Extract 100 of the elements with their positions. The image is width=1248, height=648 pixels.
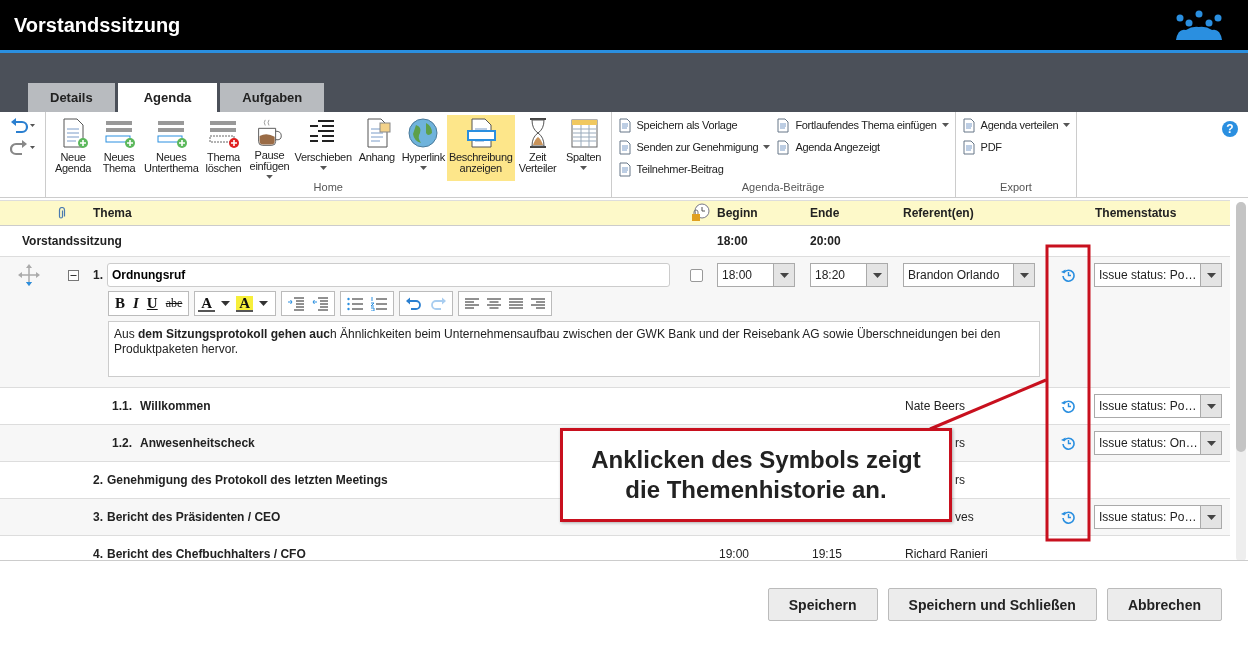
history-icon[interactable] <box>1060 510 1075 524</box>
align-justify-icon[interactable] <box>509 297 524 310</box>
history-icon[interactable] <box>1060 399 1075 413</box>
undo-icon[interactable] <box>406 296 423 311</box>
clock-lock-icon <box>690 203 710 223</box>
ribbon-button[interactable]: Agenda Angezeigt <box>774 138 951 156</box>
status-select[interactable]: Issue status: Po… <box>1094 505 1222 529</box>
document-icon <box>961 139 976 155</box>
item-number: 1.2. <box>112 436 132 450</box>
document-icon <box>617 117 632 133</box>
ribbon-button[interactable]: Hyperlink <box>399 115 447 181</box>
caret-icon[interactable] <box>779 272 789 278</box>
undo-icon[interactable] <box>10 118 36 134</box>
status-select[interactable]: Issue status: Po… <box>1094 263 1222 287</box>
table-cell-text: rs <box>954 473 966 487</box>
table-cell-text: 19:00 <box>718 547 751 561</box>
history-icon[interactable] <box>1060 268 1075 282</box>
align-left-icon[interactable] <box>465 297 480 310</box>
topic-title[interactable]: Anwesenheitscheck <box>140 436 255 450</box>
table-cell-text: rs <box>954 436 966 450</box>
collapse-toggle[interactable] <box>67 269 79 281</box>
item-number: 1. <box>93 268 103 282</box>
ribbon-button[interactable]: Verschieben <box>292 115 354 181</box>
document-icon <box>961 117 976 133</box>
ribbon-button[interactable]: Neue Agenda <box>50 115 96 181</box>
status-select[interactable]: Issue status: On… <box>1094 431 1222 455</box>
speaker-select[interactable]: Brandon Orlando <box>903 263 1035 287</box>
group-label: Agenda-Beiträge <box>740 181 826 195</box>
table-cell-text: 19:15 <box>811 547 844 561</box>
column-header: Beginn <box>716 206 759 220</box>
callout: Anklicken des Symbols zeigt die Themenhistorie an. <box>560 428 952 522</box>
footer-button[interactable]: Speichern <box>767 588 878 621</box>
footer-button[interactable]: Speichern und Schließen <box>887 588 1097 621</box>
ribbon-button[interactable]: Speichern als Vorlage <box>615 116 773 134</box>
ribbon-button[interactable]: Neues Thema <box>96 115 142 181</box>
window-title: Vorstandssitzung <box>14 13 181 37</box>
column-header: Themenstatus <box>1094 206 1178 220</box>
tab[interactable]: Details <box>28 83 115 112</box>
scrollbar[interactable] <box>1236 202 1246 562</box>
caret-icon[interactable] <box>872 272 882 278</box>
ribbon-button[interactable]: Teilnehmer-Beitrag <box>615 160 773 178</box>
ribbon-button[interactable]: Senden zur Genehmigung <box>615 138 773 156</box>
ribbon-button[interactable]: Spalten <box>560 115 607 181</box>
document-icon <box>617 161 632 177</box>
table-cell-text: 18:00 <box>716 234 749 248</box>
status-select[interactable]: Issue status: Po… <box>1094 394 1222 418</box>
color-button[interactable]: A <box>198 295 216 312</box>
caret-icon[interactable] <box>1206 403 1216 409</box>
caret-icon[interactable] <box>221 301 231 306</box>
topic-title-field[interactable]: Ordnungsruf <box>107 263 670 287</box>
ribbon-button[interactable]: Fortlaufendes Thema einfügen <box>774 116 951 134</box>
color-button[interactable]: A <box>236 295 254 312</box>
globe-icon <box>406 117 441 149</box>
ribbon-button[interactable]: Zeit Verteiler <box>514 115 561 181</box>
group-label: Home <box>312 181 344 195</box>
item-number: 4. <box>93 547 103 561</box>
format-button[interactable]: U <box>143 295 161 312</box>
table-cell-text: Nate Beers <box>904 399 967 413</box>
caret-icon[interactable] <box>1019 272 1029 278</box>
ribbon-button[interactable]: Pause einfügen <box>246 115 293 181</box>
item-number: 3. <box>93 510 103 524</box>
paperclip-icon <box>58 206 66 220</box>
numbered-list-icon[interactable] <box>371 296 388 311</box>
align-right-icon[interactable] <box>531 297 546 310</box>
move-handle-icon[interactable] <box>18 264 40 286</box>
topic-title[interactable]: Genehmigung des Protokoll des letzten Meetings <box>107 473 388 487</box>
footer-button[interactable]: Abbrechen <box>1106 588 1222 621</box>
ribbon-button[interactable]: Thema löschen <box>200 115 247 181</box>
item-number: 1.1. <box>112 399 132 413</box>
checkbox[interactable] <box>690 268 703 282</box>
redo-icon[interactable] <box>10 140 36 156</box>
align-center-icon[interactable] <box>487 297 502 310</box>
column-header: Ende <box>809 206 841 220</box>
history-icon[interactable] <box>1060 436 1075 450</box>
tab[interactable]: Agenda <box>117 83 218 112</box>
caret-icon[interactable] <box>259 301 269 306</box>
begin-time-select[interactable]: 18:00 <box>717 263 795 287</box>
ribbon-button[interactable]: Beschreibung anzeigen <box>446 115 515 181</box>
format-button[interactable]: abe <box>162 296 186 311</box>
format-button[interactable]: B <box>112 295 128 312</box>
tab[interactable]: Aufgaben <box>220 83 325 112</box>
end-time-select[interactable]: 18:20 <box>810 263 888 287</box>
ribbon-button[interactable]: PDF <box>959 138 1073 156</box>
bullet-list-icon[interactable] <box>347 296 364 311</box>
document-icon <box>617 139 632 155</box>
indent-icon[interactable] <box>288 296 305 311</box>
outdent-icon[interactable] <box>312 296 329 311</box>
ribbon-button[interactable]: Agenda verteilen <box>959 116 1073 134</box>
column-header: Thema <box>92 206 133 220</box>
ribbon-button[interactable]: Anhang <box>353 115 400 181</box>
topic-title[interactable]: Bericht des Chefbuchhalters / CFO <box>107 547 306 561</box>
caret-icon[interactable] <box>1206 514 1216 520</box>
ribbon-button[interactable]: Neues Unterthema <box>142 115 201 181</box>
topic-title[interactable]: Willkommen <box>140 399 211 413</box>
format-button[interactable]: I <box>130 295 142 312</box>
caret-icon[interactable] <box>1206 272 1216 278</box>
item-number: 2. <box>93 473 103 487</box>
description-field[interactable]: Aus dem Sitzungsprotokoll gehen auch Ähnlichkeiten beim Unternehmensaufbau zwischen der GWK Bank und der Reisebank AG sowie Überschneidungen bei den Produktpaketen hervor. <box>108 321 1040 377</box>
caret-icon[interactable] <box>1206 440 1216 446</box>
topic-title[interactable]: Bericht des Präsidenten / CEO <box>107 510 281 524</box>
